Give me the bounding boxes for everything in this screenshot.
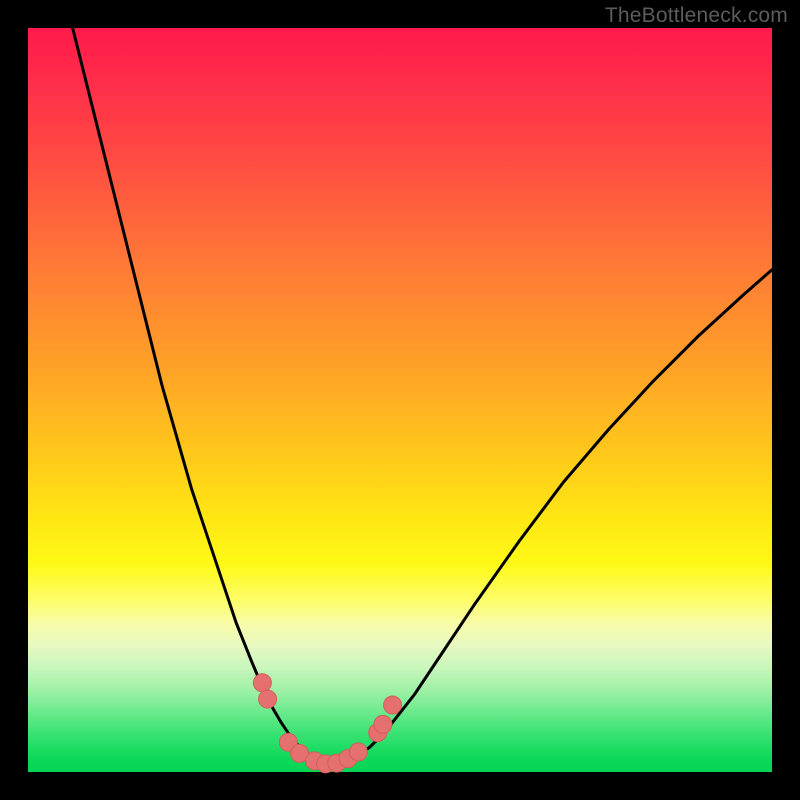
plot-area: [28, 28, 772, 772]
curve-marker: [384, 696, 402, 714]
chart-svg: [28, 28, 772, 772]
curve-marker: [259, 690, 277, 708]
bottleneck-curve: [73, 28, 772, 765]
watermark-text: TheBottleneck.com: [605, 4, 788, 28]
chart-frame: TheBottleneck.com: [0, 0, 800, 800]
curve-marker: [253, 674, 271, 692]
curve-markers: [253, 674, 401, 773]
curve-marker: [349, 743, 367, 761]
curve-marker: [374, 715, 392, 733]
